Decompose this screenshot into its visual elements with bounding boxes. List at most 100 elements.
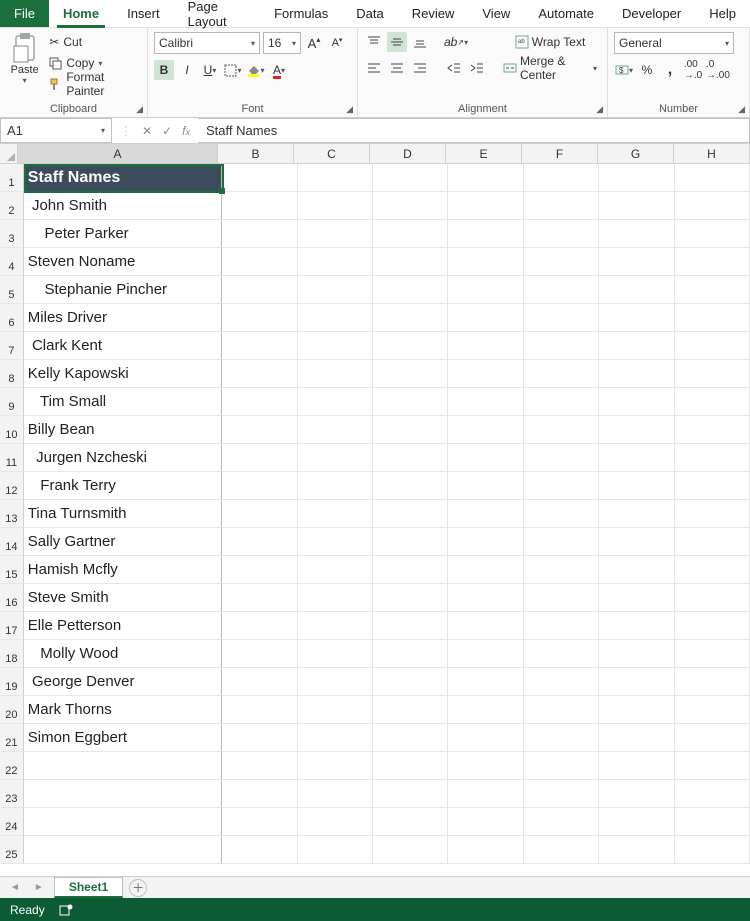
cell-C2[interactable] xyxy=(298,192,373,220)
increase-indent-button[interactable] xyxy=(467,58,487,78)
cell-G20[interactable] xyxy=(599,696,674,724)
cell-A12[interactable]: Frank Terry xyxy=(24,472,222,500)
tab-developer[interactable]: Developer xyxy=(608,0,695,27)
number-format-select[interactable]: General▾ xyxy=(614,32,734,54)
cell-B4[interactable] xyxy=(222,248,297,276)
cell-E14[interactable] xyxy=(448,528,523,556)
column-header-F[interactable]: F xyxy=(522,144,598,163)
cell-E10[interactable] xyxy=(448,416,523,444)
cell-H23[interactable] xyxy=(675,780,750,808)
cell-E20[interactable] xyxy=(448,696,523,724)
row-header[interactable]: 14 xyxy=(0,528,24,556)
cell-E4[interactable] xyxy=(448,248,523,276)
row-header[interactable]: 24 xyxy=(0,808,24,836)
cell-H15[interactable] xyxy=(675,556,750,584)
worksheet-grid[interactable]: 1Staff Names2 John Smith3 Peter Parker4S… xyxy=(0,164,750,876)
cell-F16[interactable] xyxy=(524,584,599,612)
cell-A25[interactable] xyxy=(24,836,222,864)
cell-D7[interactable] xyxy=(373,332,448,360)
paste-button[interactable]: Paste ▾ xyxy=(6,32,43,85)
cell-F24[interactable] xyxy=(524,808,599,836)
cell-C24[interactable] xyxy=(298,808,373,836)
cell-G12[interactable] xyxy=(599,472,674,500)
cell-A6[interactable]: Miles Driver xyxy=(24,304,222,332)
cell-G15[interactable] xyxy=(599,556,674,584)
cell-H14[interactable] xyxy=(675,528,750,556)
percent-format-button[interactable]: % xyxy=(637,60,657,80)
cell-C9[interactable] xyxy=(298,388,373,416)
cell-E13[interactable] xyxy=(448,500,523,528)
increase-decimal-button[interactable]: .00→.0 xyxy=(683,60,703,80)
sheet-nav-prev[interactable]: ◄ xyxy=(6,882,24,893)
cell-A16[interactable]: Steve Smith xyxy=(24,584,222,612)
cell-D19[interactable] xyxy=(373,668,448,696)
cell-G18[interactable] xyxy=(599,640,674,668)
cell-C25[interactable] xyxy=(298,836,373,864)
cell-F21[interactable] xyxy=(524,724,599,752)
cell-D17[interactable] xyxy=(373,612,448,640)
row-header[interactable]: 25 xyxy=(0,836,24,864)
cell-D16[interactable] xyxy=(373,584,448,612)
cell-F25[interactable] xyxy=(524,836,599,864)
cell-A14[interactable]: Sally Gartner xyxy=(24,528,222,556)
cell-H11[interactable] xyxy=(675,444,750,472)
cell-E5[interactable] xyxy=(448,276,523,304)
cell-G10[interactable] xyxy=(599,416,674,444)
cell-E2[interactable] xyxy=(448,192,523,220)
cell-H24[interactable] xyxy=(675,808,750,836)
cell-H8[interactable] xyxy=(675,360,750,388)
cell-C17[interactable] xyxy=(298,612,373,640)
cell-E8[interactable] xyxy=(448,360,523,388)
cell-A9[interactable]: Tim Small xyxy=(24,388,222,416)
tab-home[interactable]: Home xyxy=(49,0,113,27)
cell-G21[interactable] xyxy=(599,724,674,752)
row-header[interactable]: 22 xyxy=(0,752,24,780)
italic-button[interactable]: I xyxy=(177,60,197,80)
cell-B14[interactable] xyxy=(222,528,297,556)
cell-A2[interactable]: John Smith xyxy=(24,192,222,220)
cell-H19[interactable] xyxy=(675,668,750,696)
cell-A13[interactable]: Tina Turnsmith xyxy=(24,500,222,528)
cell-B3[interactable] xyxy=(222,220,297,248)
cell-G19[interactable] xyxy=(599,668,674,696)
orientation-button[interactable]: ab↗▾ xyxy=(444,32,468,52)
row-header[interactable]: 19 xyxy=(0,668,24,696)
cell-H4[interactable] xyxy=(675,248,750,276)
cell-F11[interactable] xyxy=(524,444,599,472)
cell-H1[interactable] xyxy=(675,164,750,192)
cell-H12[interactable] xyxy=(675,472,750,500)
cell-E22[interactable] xyxy=(448,752,523,780)
cell-H5[interactable] xyxy=(675,276,750,304)
cell-D21[interactable] xyxy=(373,724,448,752)
cell-C3[interactable] xyxy=(298,220,373,248)
font-name-select[interactable]: Calibri▾ xyxy=(154,32,260,54)
cell-H13[interactable] xyxy=(675,500,750,528)
cell-D9[interactable] xyxy=(373,388,448,416)
column-header-B[interactable]: B xyxy=(218,144,294,163)
align-top-button[interactable] xyxy=(364,32,384,52)
cell-D20[interactable] xyxy=(373,696,448,724)
row-header[interactable]: 13 xyxy=(0,500,24,528)
cell-A21[interactable]: Simon Eggbert xyxy=(24,724,222,752)
row-header[interactable]: 8 xyxy=(0,360,24,388)
cell-G22[interactable] xyxy=(599,752,674,780)
column-header-H[interactable]: H xyxy=(674,144,750,163)
font-size-select[interactable]: 16▾ xyxy=(263,32,301,54)
cell-H10[interactable] xyxy=(675,416,750,444)
cell-G9[interactable] xyxy=(599,388,674,416)
cell-C14[interactable] xyxy=(298,528,373,556)
cell-F19[interactable] xyxy=(524,668,599,696)
cell-H7[interactable] xyxy=(675,332,750,360)
cell-G24[interactable] xyxy=(599,808,674,836)
cell-B5[interactable] xyxy=(222,276,297,304)
cell-B10[interactable] xyxy=(222,416,297,444)
row-header[interactable]: 17 xyxy=(0,612,24,640)
cell-D13[interactable] xyxy=(373,500,448,528)
row-header[interactable]: 12 xyxy=(0,472,24,500)
cell-D4[interactable] xyxy=(373,248,448,276)
cell-E16[interactable] xyxy=(448,584,523,612)
cell-A18[interactable]: Molly Wood xyxy=(24,640,222,668)
row-header[interactable]: 1 xyxy=(0,164,24,192)
cell-F23[interactable] xyxy=(524,780,599,808)
cell-D15[interactable] xyxy=(373,556,448,584)
